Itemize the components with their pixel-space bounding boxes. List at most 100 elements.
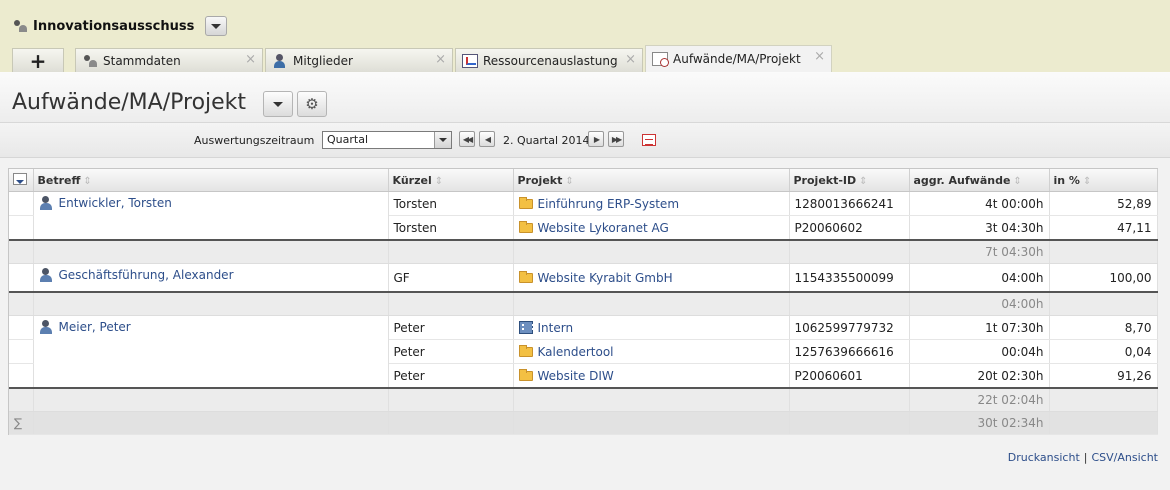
csv-view-link[interactable]: CSV/Ansicht — [1091, 451, 1158, 464]
settings-button[interactable]: ⚙ — [297, 91, 327, 117]
folder-icon — [518, 368, 533, 381]
prev-period-button[interactable]: ◀ — [479, 131, 495, 147]
tab-mitglieder[interactable]: Mitglieder × — [265, 48, 453, 72]
tab-label: Stammdaten — [103, 53, 181, 68]
footer-links: Druckansicht | CSV/Ansicht — [1008, 451, 1158, 464]
double-left-arrow-icon: ◀◀ — [462, 134, 473, 144]
tab-stammdaten[interactable]: Stammdaten × — [75, 48, 263, 72]
folder-icon — [518, 196, 533, 209]
sum-icon: ∑ — [9, 411, 34, 435]
column-menu[interactable] — [9, 169, 34, 192]
table-row: Geschäftsführung, Alexander GF Website K… — [9, 263, 1158, 293]
tab-label: Mitglieder — [293, 53, 353, 68]
row-kuerzel: GF — [388, 263, 514, 293]
header-kuerzel[interactable]: Kürzel ⇕ — [388, 169, 514, 192]
sort-icon: ⇕ — [434, 175, 444, 187]
row-prozent: 91,26 — [1049, 363, 1158, 389]
last-period-button[interactable]: ▶▶ — [608, 131, 624, 147]
first-period-button[interactable]: ◀◀ — [459, 131, 475, 147]
clock-icon — [652, 52, 669, 67]
group-sum-row: 22t 02:04h — [9, 387, 1158, 412]
view-menu-button[interactable] — [263, 91, 293, 117]
building-icon — [518, 320, 534, 334]
close-icon[interactable]: × — [814, 49, 825, 64]
row-prozent: 100,00 — [1049, 263, 1158, 293]
next-period-button[interactable]: ▶ — [588, 131, 604, 147]
sort-icon: ⇕ — [859, 175, 868, 187]
row-projekt[interactable]: Website Lykoranet AG — [513, 215, 790, 241]
row-projekt[interactable]: Intern — [513, 315, 790, 340]
header-prozent[interactable]: in % ⇕ — [1049, 169, 1158, 192]
close-icon[interactable]: × — [625, 52, 636, 67]
row-subject[interactable]: Meier, Peter — [33, 315, 389, 389]
row-projekt-id: 1280013666241 — [789, 191, 910, 216]
group-sum-row: 7t 04:30h — [9, 239, 1158, 264]
tab-ressourcenauslastung[interactable]: Ressourcenauslastung × — [455, 48, 643, 72]
header-betreff[interactable]: Betreff ⇕ — [33, 169, 389, 192]
people-icon — [12, 19, 28, 33]
row-prozent: 47,11 — [1049, 215, 1158, 241]
row-projekt-id: 1257639666616 — [789, 339, 910, 364]
group-sum: 22t 02:04h — [909, 387, 1050, 412]
period-type-value: Quartal — [327, 133, 369, 146]
header-projekt[interactable]: Projekt ⇕ — [513, 169, 790, 192]
calendar-icon[interactable] — [642, 134, 656, 146]
row-prozent: 0,04 — [1049, 339, 1158, 364]
page-header: Aufwände/MA/Projekt ⚙ — [0, 72, 1170, 123]
folder-icon — [518, 220, 533, 233]
period-label: Auswertungszeitraum — [194, 134, 315, 147]
chevron-down-icon — [434, 132, 451, 148]
tab-aufwaende-ma-projekt[interactable]: Aufwände/MA/Projekt × — [645, 45, 832, 72]
row-projekt[interactable]: Website Kyrabit GmbH — [513, 263, 790, 293]
sort-icon: ⇕ — [1082, 175, 1092, 187]
row-kuerzel: Peter — [388, 363, 514, 389]
row-kuerzel: Torsten — [388, 215, 514, 241]
tab-bar: + Stammdaten × Mitglieder × Ressourcenau… — [0, 45, 1170, 73]
row-prozent: 52,89 — [1049, 191, 1158, 216]
filter-bar: Auswertungszeitraum Quartal ◀◀ ◀ 2. Quar… — [0, 123, 1170, 158]
row-prozent: 8,70 — [1049, 315, 1158, 340]
group-sum: 7t 04:30h — [909, 239, 1050, 264]
app-header: Innovationsausschuss + Stammdaten × Mitg… — [0, 0, 1170, 73]
row-subject[interactable]: Geschäftsführung, Alexander — [33, 263, 389, 293]
sort-icon: ⇕ — [1013, 175, 1022, 187]
close-icon[interactable]: × — [245, 52, 256, 67]
row-projekt[interactable]: Website DIW — [513, 363, 790, 389]
table-header-row: Betreff ⇕ Kürzel ⇕ Projekt ⇕ Projekt-ID ⇕ ag… — [9, 169, 1158, 192]
print-view-link[interactable]: Druckansicht — [1008, 451, 1080, 464]
total-sum: 30t 02:34h — [909, 411, 1050, 435]
app-menu-button[interactable] — [205, 16, 228, 36]
plus-icon: + — [29, 48, 47, 73]
row-aufwand: 00:04h — [909, 339, 1050, 364]
row-projekt-id: 1062599779732 — [789, 315, 910, 340]
user-icon — [39, 196, 53, 210]
row-projekt[interactable]: Einführung ERP-System — [513, 191, 790, 216]
group-sum-row: 04:00h — [9, 291, 1158, 316]
tab-add[interactable]: + — [12, 48, 64, 73]
period-type-select[interactable]: Quartal — [322, 131, 452, 149]
page-title: Aufwände/MA/Projekt — [12, 90, 247, 115]
total-row: ∑ 30t 02:34h — [9, 411, 1158, 435]
double-right-arrow-icon: ▶▶ — [611, 134, 622, 144]
person-icon — [272, 53, 288, 68]
table-row: Entwickler, Torsten Torsten Einführung E… — [9, 191, 1158, 241]
header-aggr-aufwaende[interactable]: aggr. Aufwände ⇕ — [909, 169, 1050, 192]
close-icon[interactable]: × — [435, 52, 446, 67]
gear-icon: ⚙ — [305, 94, 319, 113]
row-projekt-id: P20060601 — [789, 363, 910, 389]
folder-icon — [518, 344, 533, 357]
people-icon — [82, 54, 98, 68]
row-aufwand: 1t 07:30h — [909, 315, 1050, 340]
row-subject[interactable]: Entwickler, Torsten — [33, 191, 389, 241]
group-sum: 04:00h — [909, 291, 1050, 316]
row-aufwand: 04:00h — [909, 263, 1050, 293]
user-icon — [39, 268, 53, 282]
user-icon — [39, 320, 53, 334]
header-projekt-id[interactable]: Projekt-ID ⇕ — [789, 169, 910, 192]
period-text: 2. Quartal 2014 — [503, 134, 590, 147]
app-title-text: Innovationsausschuss — [33, 18, 195, 34]
tab-label: Ressourcenauslastung — [483, 53, 618, 68]
app-title: Innovationsausschuss — [12, 16, 228, 36]
row-projekt[interactable]: Kalendertool — [513, 339, 790, 364]
chevron-down-icon — [273, 101, 283, 107]
